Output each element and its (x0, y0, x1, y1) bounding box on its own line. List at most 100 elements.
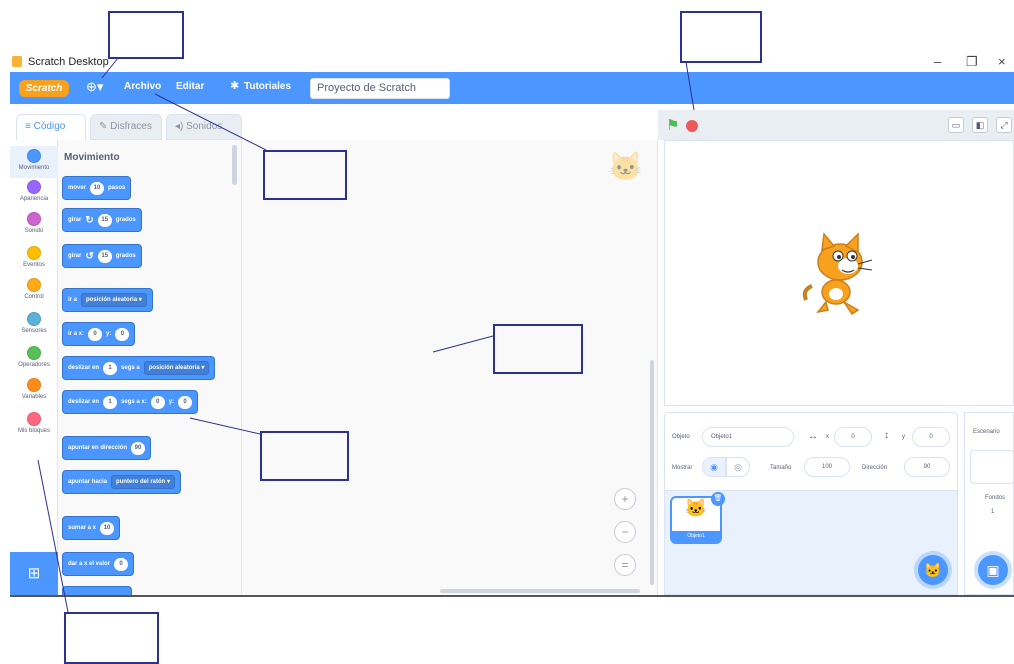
block-text: segs a (121, 365, 140, 371)
delete-sprite-icon[interactable]: 🗑 (711, 492, 725, 506)
block-input[interactable]: 1 (103, 395, 118, 409)
block-point-towards[interactable]: apuntar hacia puntero del ratón ▾ (62, 470, 182, 494)
block-change-x[interactable]: sumar a x 10 (62, 516, 121, 540)
category-motion[interactable]: Movimiento (10, 146, 58, 178)
show-label: Mostrar (672, 465, 693, 471)
block-partial[interactable] (62, 586, 132, 595)
block-text: apuntar en dirección (68, 445, 128, 451)
category-events[interactable]: Eventos (10, 246, 58, 268)
block-text: sumar a x (68, 525, 97, 531)
rotate-right-icon: ↻ (85, 214, 94, 226)
callout-box-menu (108, 11, 184, 59)
normal-stage-icon[interactable]: ◧ (972, 117, 988, 133)
block-glide-to[interactable]: deslizar en 1 segs a posición aleatoria ▾ (62, 356, 216, 380)
block-text: grados (115, 217, 136, 223)
tab-costumes-label: Disfraces (110, 121, 152, 132)
category-label: Movimiento (18, 165, 50, 171)
category-control[interactable]: Control (10, 278, 58, 300)
green-flag-icon[interactable]: ⚑ (666, 116, 679, 134)
tab-sounds-label: Sonidos (186, 121, 223, 132)
block-glide-xy[interactable]: deslizar en 1 segs a x: 0 y: 0 (62, 390, 199, 414)
category-label: Operadores (18, 362, 50, 368)
direction-input[interactable]: 90 (904, 457, 950, 477)
scratch-logo[interactable]: Scratch (19, 80, 69, 97)
block-text: deslizar en (68, 365, 100, 371)
block-input[interactable]: 1 (103, 361, 118, 375)
menu-file[interactable]: Archivo (124, 81, 161, 92)
tab-costumes[interactable]: ✎ Disfraces (90, 114, 162, 140)
block-input[interactable]: 0 (114, 557, 129, 571)
block-text: segs a x: (121, 399, 147, 405)
direction-label: Dirección (862, 465, 888, 471)
callout-box-blocks (260, 431, 349, 481)
size-input[interactable]: 100 (804, 457, 850, 477)
block-input[interactable]: 90 (131, 441, 146, 455)
show-sprite-eye-icon[interactable]: ◉ (702, 457, 726, 477)
block-input[interactable]: 10 (100, 521, 115, 535)
block-text: mover (68, 185, 87, 191)
category-sensing[interactable]: Sensores (10, 312, 58, 334)
menu-tutorials[interactable]: Tutoriales (244, 81, 291, 92)
small-stage-icon[interactable]: ▭ (948, 117, 964, 133)
stage-thumbnail[interactable] (970, 450, 1014, 484)
block-turn-left[interactable]: girar ↺ 15 grados (62, 244, 142, 268)
code-area[interactable] (242, 140, 658, 595)
tab-code[interactable]: ≡ Código (16, 114, 86, 140)
code-scrollbar-vertical[interactable] (650, 360, 654, 585)
category-variables[interactable]: Variables (10, 378, 58, 400)
palette-scrollbar[interactable] (232, 145, 237, 185)
maximize-button[interactable]: ❐ (966, 54, 978, 70)
category-operators[interactable]: Operadores (10, 346, 58, 368)
block-dropdown[interactable]: puntero del ratón ▾ (111, 475, 176, 489)
callout-box-code-area (493, 324, 583, 374)
tab-sounds[interactable]: ◂) Sonidos (166, 114, 242, 140)
zoom-reset-button[interactable]: = (614, 554, 636, 576)
block-set-x[interactable]: dar a x el valor 0 (62, 552, 135, 576)
block-input[interactable]: 0 (150, 395, 165, 409)
block-point-direction[interactable]: apuntar en dirección 90 (62, 436, 152, 460)
category-label: Control (24, 294, 44, 300)
hide-sprite-eye-icon[interactable]: ◎ (726, 457, 750, 477)
zoom-in-button[interactable]: + (614, 488, 636, 510)
stop-icon[interactable] (686, 120, 698, 132)
block-input[interactable]: 10 (90, 181, 105, 195)
zoom-out-button[interactable]: − (614, 521, 636, 543)
close-button[interactable]: × (998, 54, 1006, 69)
globe-icon[interactable]: ⊕▾ (86, 79, 103, 95)
sprite-name-input[interactable]: Objeto1 (702, 427, 794, 447)
menu-edit[interactable]: Editar (176, 81, 204, 92)
cat-sprite[interactable] (800, 230, 880, 316)
category-looks[interactable]: Apariencia (10, 180, 58, 202)
block-input[interactable]: 0 (88, 327, 103, 341)
size-label: Tamaño (770, 465, 792, 471)
block-go-to[interactable]: ir a posición aleatoria ▾ (62, 288, 153, 312)
y-input[interactable]: 0 (912, 427, 950, 447)
fullscreen-icon[interactable]: ⤢ (996, 117, 1012, 133)
block-dropdown[interactable]: posición aleatoria ▾ (143, 361, 210, 375)
category-my-blocks[interactable]: Mis bloques (10, 412, 58, 434)
block-input[interactable]: 15 (97, 249, 112, 263)
add-extension-button[interactable]: ⊞ (10, 552, 58, 595)
y-label: y (902, 434, 905, 440)
block-input[interactable]: 0 (178, 395, 193, 409)
sprite-name-label: Objeto (672, 434, 690, 440)
code-scrollbar-horizontal[interactable] (440, 589, 640, 593)
x-arrows-icon: ↔ (808, 431, 818, 442)
minimize-button[interactable]: – (934, 54, 941, 69)
add-sprite-button[interactable]: 🐱 (918, 555, 948, 585)
stage-panel-title: Escenario (973, 429, 1000, 435)
category-label: Variables (21, 394, 47, 400)
block-move-steps[interactable]: mover 10 pasos (62, 176, 132, 200)
project-title-input[interactable]: Proyecto de Scratch (310, 78, 450, 99)
block-input[interactable]: 0 (115, 327, 130, 341)
block-go-to-xy[interactable]: ir a x: 0 y: 0 (62, 322, 136, 346)
y-arrows-icon: ↕ (884, 430, 889, 441)
block-input[interactable]: 15 (97, 213, 112, 227)
block-palette: Movimiento mover 10 pasos girar ↻ 15 grados g… (58, 140, 242, 595)
add-backdrop-button[interactable]: ▣ (978, 555, 1008, 585)
category-sound[interactable]: Sonido (10, 212, 58, 234)
menu-bar: Scratch ⊕▾ Archivo Editar ✱ Tutoriales P… (10, 72, 1014, 104)
x-input[interactable]: 0 (834, 427, 872, 447)
block-dropdown[interactable]: posición aleatoria ▾ (81, 293, 147, 307)
block-turn-right[interactable]: girar ↻ 15 grados (62, 208, 142, 232)
